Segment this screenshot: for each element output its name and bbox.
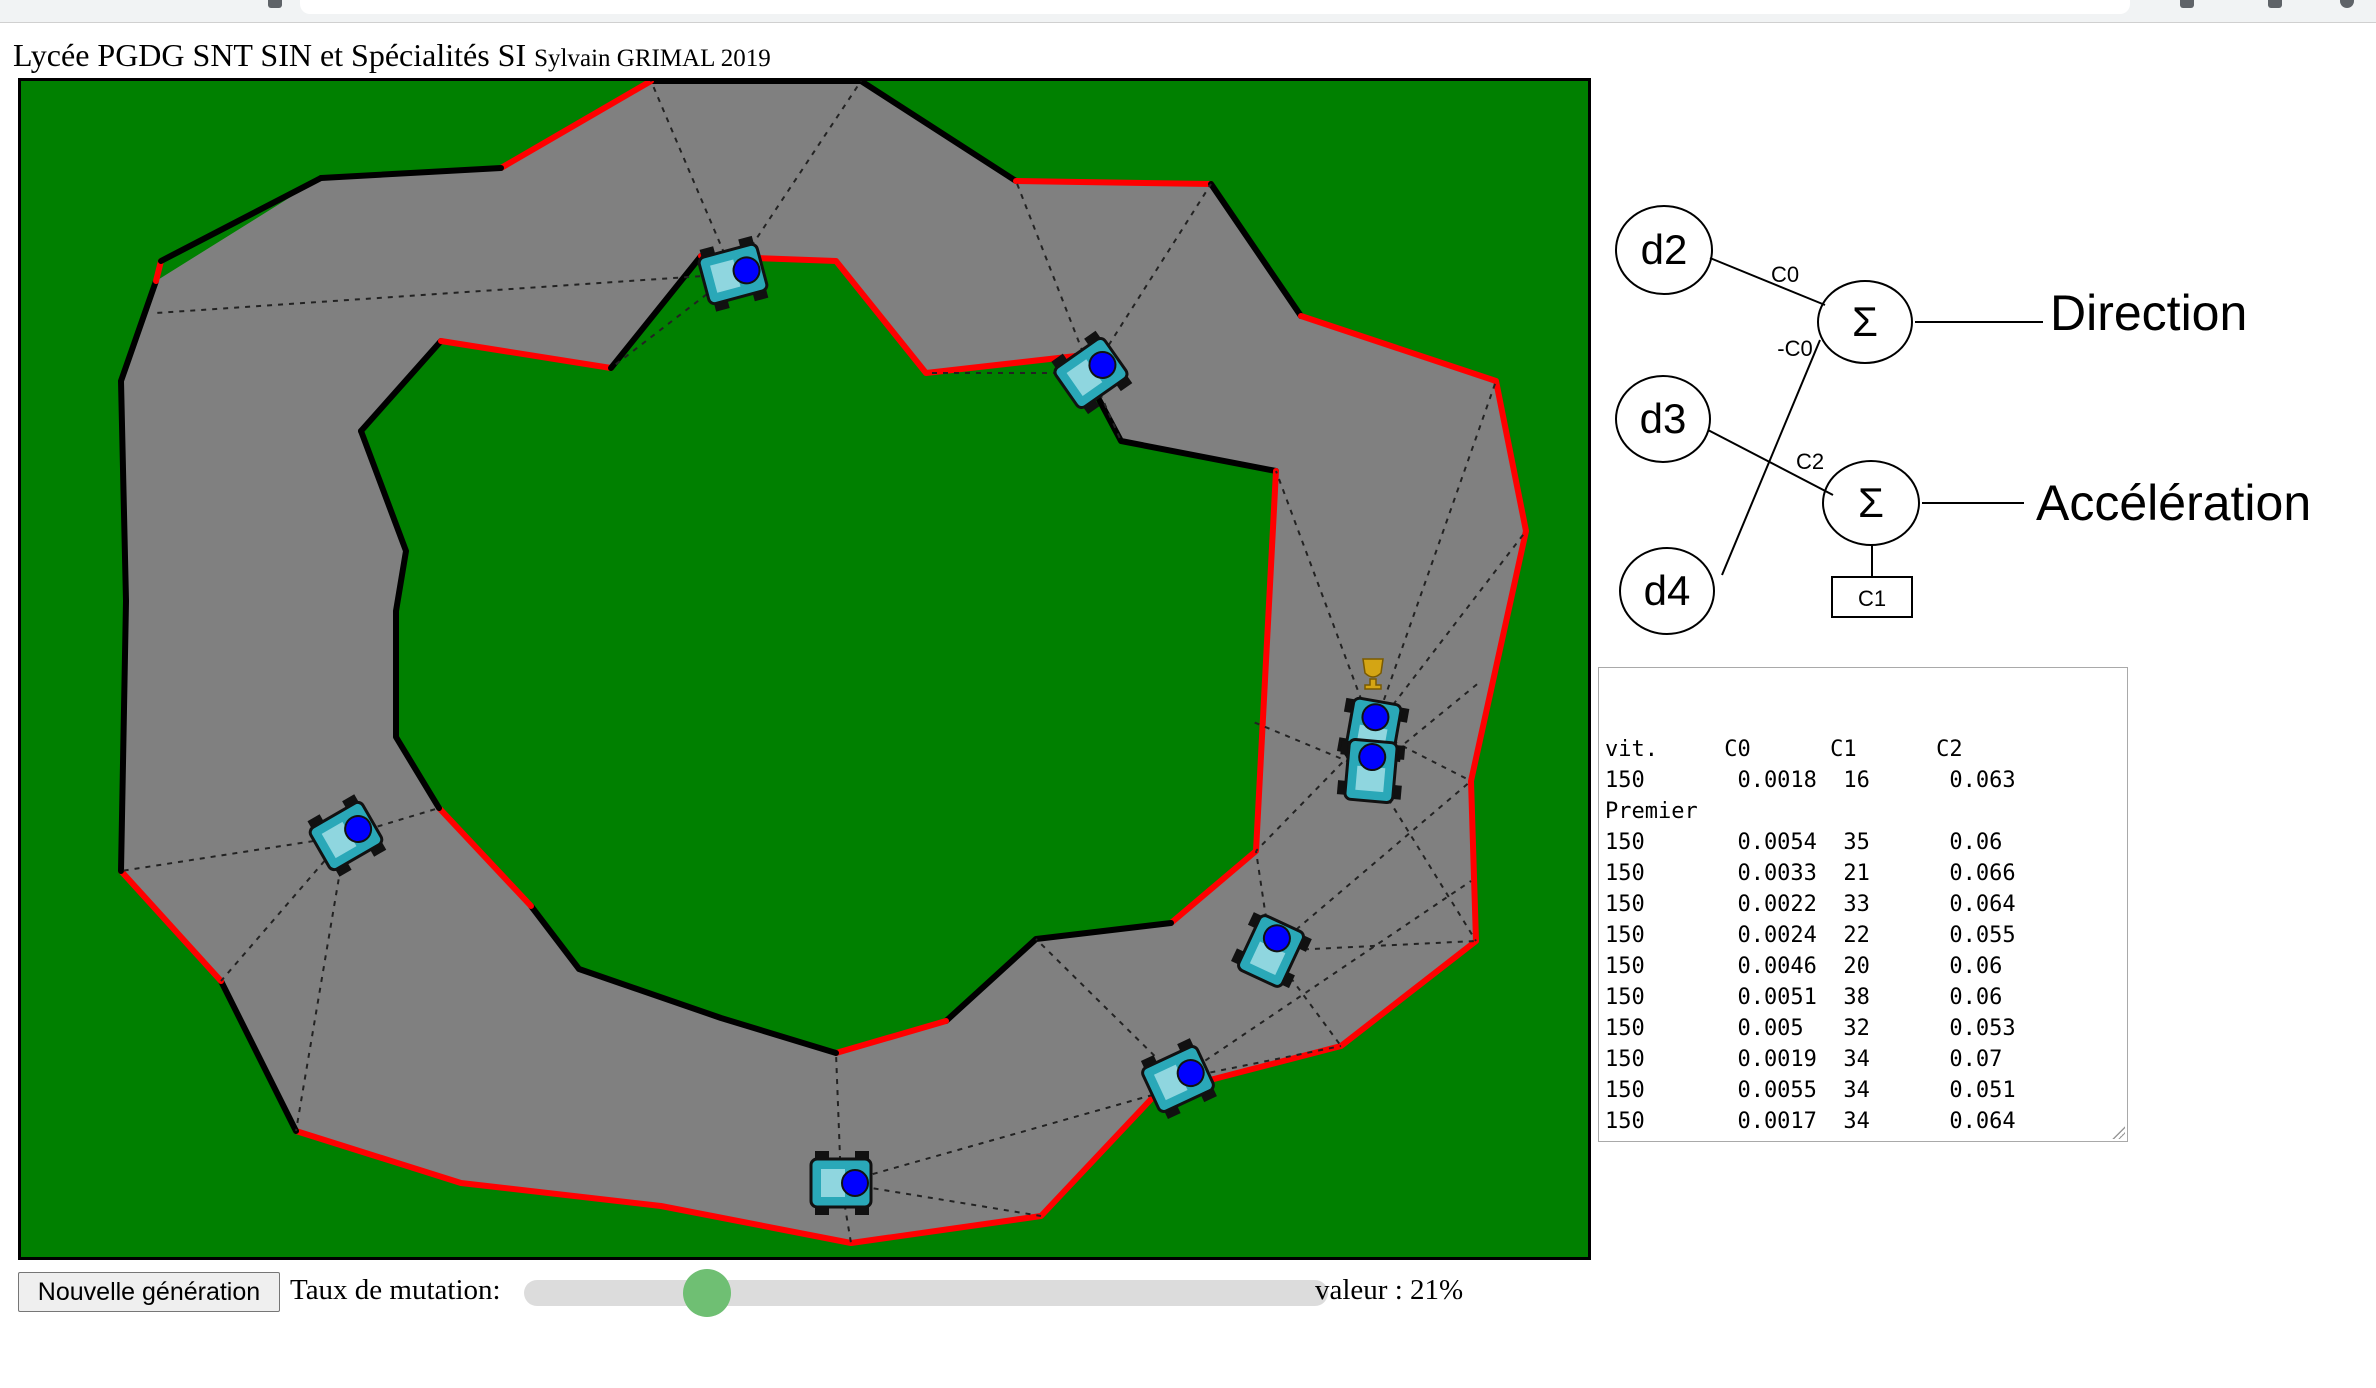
results-row: 150 0.0033 21 0.066 [1605, 861, 2016, 886]
new-generation-button[interactable]: Nouvelle génération [18, 1272, 280, 1312]
results-row: 150 0.0024 22 0.055 [1605, 923, 2016, 948]
track-view [118, 81, 1529, 1246]
author-credit: Sylvain GRIMAL 2019 [534, 45, 771, 72]
mutation-rate-slider[interactable] [524, 1269, 1328, 1317]
results-textarea[interactable]: vit. C0 C1 C2 150 0.0018 16 0.063 Premier 1… [1598, 667, 2128, 1142]
sum-symbol-1: Σ [1852, 298, 1878, 345]
results-row: 150 0.005 32 0.053 [1605, 1016, 2016, 1041]
browser-toolbar [0, 0, 2376, 23]
extension-icon[interactable] [268, 0, 282, 8]
profile-icon[interactable] [2340, 0, 2354, 8]
sum-symbol-2: Σ [1858, 479, 1884, 526]
results-row: 150 0.0022 33 0.064 [1605, 892, 2016, 917]
car [809, 1151, 873, 1215]
results-row: 150 0.004 18 0.055 [1605, 1137, 2121, 1141]
results-row: 150 0.0055 34 0.051 [1605, 1078, 2016, 1103]
results-row: 150 0.0017 34 0.064 [1605, 1109, 2016, 1134]
weight-label-c2: C2 [1796, 449, 1824, 474]
site-title: Lycée PGDG SNT SIN et Spécialités SI [13, 37, 527, 73]
resize-grip-icon[interactable] [2111, 1125, 2125, 1139]
results-header: vit. C0 C1 C2 [1605, 737, 1963, 762]
results-row: 150 0.0018 16 0.063 [1605, 768, 2016, 793]
weight-label-minus-c0: -C0 [1777, 336, 1812, 361]
slider-thumb[interactable] [682, 1269, 731, 1317]
results-row: 150 0.0019 34 0.07 [1605, 1047, 2003, 1072]
download-icon[interactable] [2268, 0, 2282, 8]
car [1336, 738, 1406, 804]
neural-network-diagram: d2 d3 d4 Σ Σ C0 -C0 C2 C1 Direction Accé… [1615, 205, 2311, 635]
share-icon[interactable] [2180, 0, 2194, 8]
page-title: Lycée PGDG SNT SIN et Spécialités SI Syl… [13, 37, 771, 74]
mutation-rate-value: valeur : 21% [1315, 1274, 1464, 1306]
link-d2-sum1 [1709, 257, 1826, 306]
outer-wall-hit [153, 258, 164, 284]
results-row: 150 0.0054 35 0.06 [1605, 830, 2003, 855]
road-surface [121, 81, 1526, 1243]
results-table: vit. C0 C1 C2 150 0.0018 16 0.063 Premier 1… [1605, 734, 2121, 1141]
trophy-icon [1362, 658, 1384, 690]
input-label-d3: d3 [1640, 395, 1687, 442]
slider-track[interactable] [524, 1280, 1328, 1306]
bias-label-c1: C1 [1858, 586, 1886, 611]
results-row: 150 0.0046 20 0.06 [1605, 954, 2003, 979]
output-label-direction: Direction [2050, 285, 2247, 341]
results-label: Premier [1605, 799, 1698, 824]
mutation-rate-label: Taux de mutation: [290, 1274, 501, 1306]
input-label-d4: d4 [1644, 567, 1691, 614]
address-bar[interactable] [300, 0, 2130, 14]
simulation-canvas[interactable] [18, 78, 1591, 1260]
input-label-d2: d2 [1641, 226, 1688, 273]
weight-label-c0: C0 [1771, 262, 1799, 287]
output-label-acceleration: Accélération [2036, 475, 2311, 531]
results-row: 150 0.0051 38 0.06 [1605, 985, 2003, 1010]
outer-wall-hit [1013, 178, 1214, 187]
control-bar: Nouvelle génération Taux de mutation: va… [18, 1269, 1518, 1317]
